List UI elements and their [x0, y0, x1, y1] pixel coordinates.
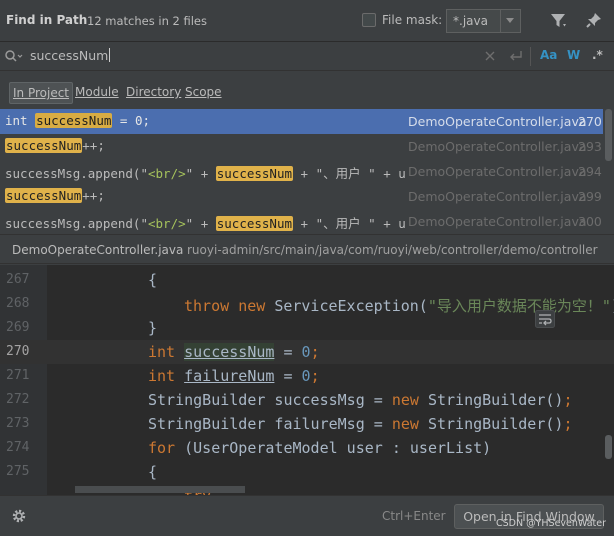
code-line: 269 }	[0, 316, 614, 340]
editor-scrollbar[interactable]	[605, 435, 612, 459]
code-text: StringBuilder failureMsg = new StringBui…	[148, 415, 573, 433]
clear-icon[interactable]	[484, 50, 496, 62]
result-file: DemoOperateController.java	[408, 189, 587, 204]
line-number: 268	[6, 296, 30, 311]
chevron-down-icon[interactable]	[506, 18, 514, 23]
text-caret	[109, 48, 111, 62]
file-mask-label: File mask:	[382, 13, 443, 27]
result-line: 294	[578, 164, 602, 179]
editor-horizontal-scrollbar[interactable]	[75, 486, 245, 493]
code-text: StringBuilder successMsg = new StringBui…	[148, 391, 573, 409]
match-count: 12 matches in 2 files	[87, 14, 207, 28]
result-line: 299	[578, 189, 602, 204]
line-number: 270	[6, 344, 30, 359]
result-row[interactable]: successMsg.append("<br/>" + successNum +…	[0, 159, 603, 184]
result-row[interactable]: successNum++; DemoOperateController.java…	[0, 134, 603, 159]
find-in-path-header: Find in Path 12 matches in 2 files File …	[0, 0, 614, 42]
newline-icon[interactable]	[509, 49, 523, 63]
code-line-current: 270 int successNum = 0;	[0, 340, 614, 364]
file-mask-checkbox[interactable]	[362, 13, 376, 27]
code-line: 274 for (UserOperateModel user : userLis…	[0, 436, 614, 460]
code-line: 267 {	[0, 268, 614, 292]
filter-icon[interactable]	[549, 12, 569, 30]
line-number: 274	[6, 440, 30, 455]
shortcut-hint: Ctrl+Enter	[382, 509, 446, 523]
line-number: 273	[6, 416, 30, 431]
code-text: }	[148, 319, 158, 337]
line-number: 272	[6, 392, 30, 407]
gear-icon[interactable]	[11, 508, 27, 524]
code-line: 272 StringBuilder successMsg = new Strin…	[0, 388, 614, 412]
tab-in-project[interactable]: In Project	[9, 82, 74, 104]
code-text: {	[148, 271, 158, 289]
results-scrollbar[interactable]	[605, 109, 612, 161]
result-file: DemoOperateController.java	[408, 139, 587, 154]
line-number: 269	[6, 320, 30, 335]
file-mask-value: *.java	[453, 14, 488, 28]
result-snippet: successMsg.append("<br/>" + successNum +…	[5, 216, 405, 231]
preview-file-name: DemoOperateController.java	[12, 243, 184, 257]
code-text: for (UserOperateModel user : userList)	[148, 439, 492, 457]
code-text: int successNum = 0;	[148, 343, 320, 361]
result-file: DemoOperateController.java	[408, 164, 587, 179]
combo-divider	[500, 10, 501, 32]
preview-directory: ruoyi-admin/src/main/java/com/ruoyi/web/…	[187, 243, 598, 257]
code-line: 275 {	[0, 460, 614, 484]
line-number: 267	[6, 272, 30, 287]
match-case-toggle[interactable]: Aa	[540, 48, 557, 62]
search-input[interactable]: successNum	[30, 48, 111, 63]
preview-path-bar: DemoOperateController.java ruoyi-admin/s…	[0, 234, 614, 264]
code-text: {	[148, 463, 158, 481]
results-list: int successNum = 0; DemoOperateControlle…	[0, 109, 614, 234]
result-file: DemoOperateController.java	[408, 114, 587, 129]
code-text: int failureNum = 0;	[148, 367, 320, 385]
result-snippet: successNum++;	[5, 188, 105, 203]
result-row[interactable]: int successNum = 0; DemoOperateControlle…	[0, 109, 603, 134]
code-line: 273 StringBuilder failureMsg = new Strin…	[0, 412, 614, 436]
tab-directory[interactable]: Directory	[123, 82, 184, 104]
result-line: 270	[578, 114, 602, 129]
tab-module[interactable]: Module	[72, 82, 122, 104]
line-number: 275	[6, 464, 30, 479]
dialog-title: Find in Path	[6, 13, 88, 27]
result-line: 293	[578, 139, 602, 154]
result-row[interactable]: successNum++; DemoOperateController.java…	[0, 184, 603, 209]
regex-toggle[interactable]: .*	[592, 48, 603, 62]
code-line: 268 throw new ServiceException("导入用户数据不能…	[0, 292, 614, 316]
result-row[interactable]: successMsg.append("<br/>" + successNum +…	[0, 209, 603, 234]
scope-tabs: In Project Module Directory Scope	[0, 72, 614, 108]
result-file: DemoOperateController.java	[408, 214, 587, 229]
whole-word-toggle[interactable]: W	[567, 48, 580, 62]
watermark: CSDN @YHSevenWater	[496, 518, 606, 529]
line-number: 271	[6, 368, 30, 383]
result-snippet: successMsg.append("<br/>" + successNum +…	[5, 166, 405, 181]
code-preview[interactable]: 267 { 268 throw new ServiceException("导入…	[0, 265, 614, 495]
result-snippet: successNum++;	[5, 138, 105, 153]
footer-bar: Ctrl+Enter Open in Find Window CSDN @YHS…	[0, 495, 614, 536]
result-line: 300	[578, 214, 602, 229]
result-snippet: int successNum = 0;	[5, 113, 151, 128]
pin-icon[interactable]	[585, 11, 603, 29]
tab-scope[interactable]: Scope	[182, 82, 225, 104]
search-icon[interactable]	[4, 49, 24, 63]
file-mask-combo[interactable]: *.java	[446, 9, 521, 33]
code-line: 271 int failureNum = 0;	[0, 364, 614, 388]
search-bar: successNum Aa W .*	[0, 42, 614, 71]
soft-wrap-icon[interactable]	[535, 310, 555, 328]
divider	[530, 47, 531, 66]
